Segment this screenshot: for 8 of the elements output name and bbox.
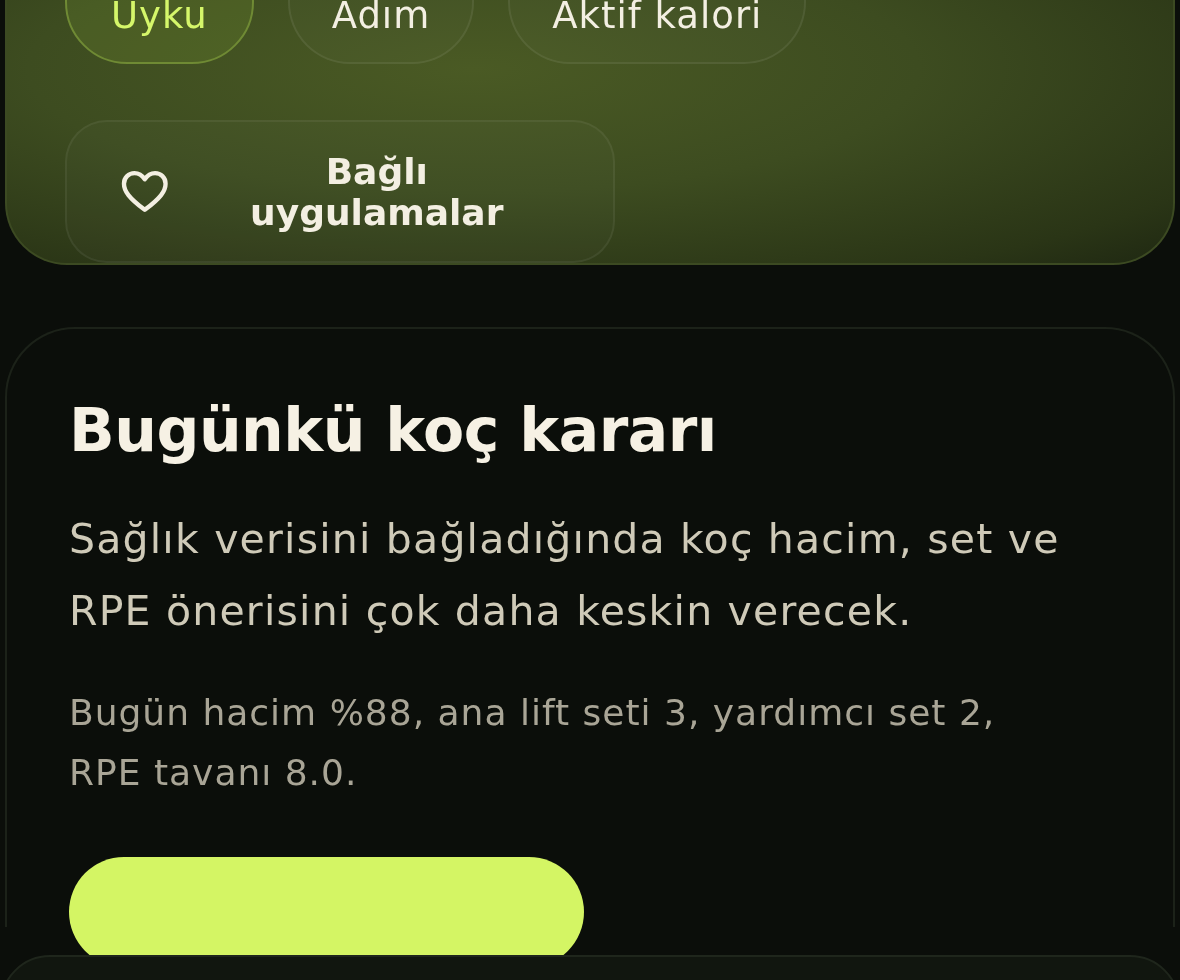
card-summary: Bugün hacim %88, ana lift seti 3, yardımcı set 2, RPE tavanı 8.0. <box>69 691 997 795</box>
connected-apps-button[interactable]: Bağlı uygulamalar <box>65 120 615 263</box>
heart-icon <box>121 169 169 214</box>
card-title: Bugünkü koç kararı <box>69 395 718 465</box>
metric-tab[interactable]: Aktif kalori <box>508 0 807 64</box>
card-description: Sağlık verisini bağladığında koç hacim, set ve RPE önerisini çok daha keskin verecek. <box>69 514 1061 637</box>
metric-tab[interactable]: Adım <box>287 0 475 64</box>
metric-tab[interactable]: Uyku <box>65 0 254 64</box>
